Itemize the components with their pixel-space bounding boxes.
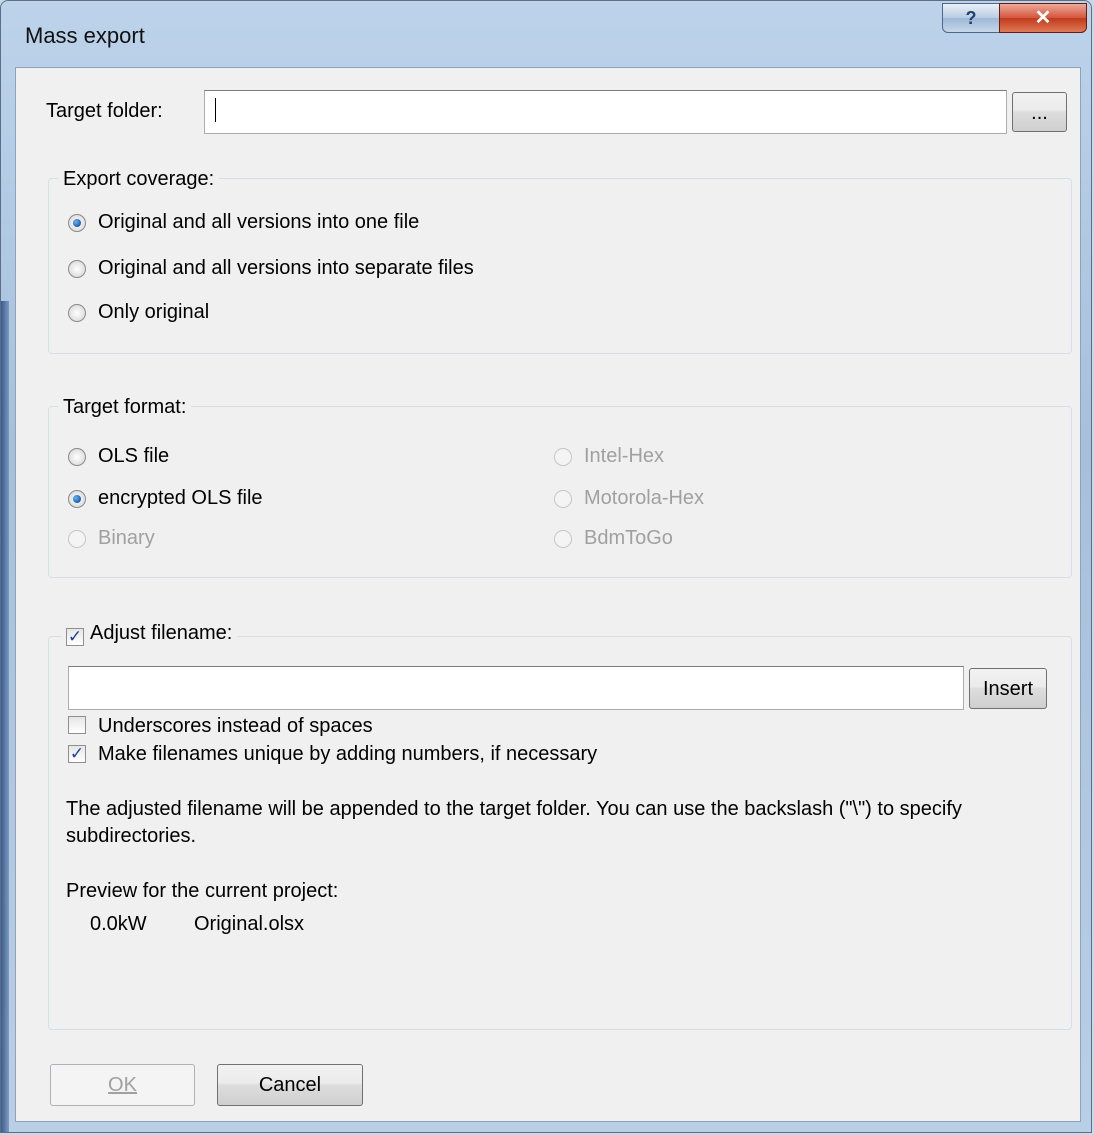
export-coverage-legend: Export coverage: bbox=[58, 168, 220, 191]
dialog-body: Target folder: ... Export coverage: Orig… bbox=[15, 67, 1081, 1122]
ok-button[interactable]: OK bbox=[50, 1064, 195, 1106]
preview-filename: Original.olsx bbox=[194, 913, 305, 935]
format-ols-label[interactable]: OLS file bbox=[98, 445, 169, 468]
adjust-filename-checkbox[interactable]: ✓ bbox=[66, 628, 84, 646]
format-binary-label[interactable]: Binary bbox=[98, 527, 155, 550]
ok-button-label: OK bbox=[108, 1074, 137, 1096]
close-button[interactable]: ✕ bbox=[999, 3, 1087, 33]
coverage-separate-files-label[interactable]: Original and all versions into separate … bbox=[98, 257, 474, 280]
format-ols-radio[interactable] bbox=[68, 448, 86, 466]
format-intel-hex-label[interactable]: Intel-Hex bbox=[584, 445, 664, 468]
coverage-one-file-radio[interactable] bbox=[68, 214, 86, 232]
preview-size: 0.0kW bbox=[90, 913, 147, 935]
format-binary-radio[interactable] bbox=[68, 530, 86, 548]
adjust-filename-label[interactable]: Adjust filename: bbox=[90, 622, 232, 644]
unique-filenames-checkbox[interactable]: ✓ bbox=[68, 745, 86, 763]
cancel-button[interactable]: Cancel bbox=[217, 1064, 363, 1106]
insert-button[interactable]: Insert bbox=[969, 668, 1047, 709]
browse-folder-button[interactable]: ... bbox=[1012, 92, 1067, 132]
target-folder-label: Target folder: bbox=[46, 100, 163, 122]
coverage-only-original-radio[interactable] bbox=[68, 304, 86, 322]
format-bdmtogo-radio[interactable] bbox=[554, 530, 572, 548]
help-icon: ? bbox=[965, 8, 977, 28]
ellipsis-icon: ... bbox=[1031, 102, 1048, 124]
filename-pattern-input[interactable] bbox=[68, 666, 964, 710]
coverage-only-original-label[interactable]: Only original bbox=[98, 301, 209, 324]
target-folder-input[interactable] bbox=[204, 90, 1007, 134]
format-encrypted-ols-label[interactable]: encrypted OLS file bbox=[98, 487, 263, 510]
mass-export-dialog: Mass export ? ✕ Target folder: ... Expor… bbox=[0, 0, 1092, 1133]
text-caret bbox=[215, 98, 216, 122]
format-motorola-hex-label[interactable]: Motorola-Hex bbox=[584, 487, 704, 510]
coverage-separate-files-radio[interactable] bbox=[68, 260, 86, 278]
format-encrypted-ols-radio[interactable] bbox=[68, 490, 86, 508]
unique-filenames-label[interactable]: Make filenames unique by adding numbers,… bbox=[98, 743, 597, 766]
underscores-label[interactable]: Underscores instead of spaces bbox=[98, 715, 373, 738]
format-bdmtogo-label[interactable]: BdmToGo bbox=[584, 527, 673, 550]
adjust-filename-legend: ✓ Adjust filename: bbox=[62, 622, 238, 646]
underscores-checkbox[interactable] bbox=[68, 716, 86, 734]
target-format-legend: Target format: bbox=[58, 396, 192, 419]
close-icon: ✕ bbox=[1034, 7, 1052, 29]
title-bar[interactable]: Mass export ? ✕ bbox=[1, 1, 1091, 67]
coverage-one-file-label[interactable]: Original and all versions into one file bbox=[98, 211, 419, 234]
info-text-line-1: The adjusted filename will be appended t… bbox=[66, 798, 962, 820]
format-motorola-hex-radio[interactable] bbox=[554, 490, 572, 508]
preview-label: Preview for the current project: bbox=[66, 880, 339, 902]
cancel-button-label: Cancel bbox=[258, 1074, 322, 1096]
window-title: Mass export bbox=[25, 23, 145, 48]
info-text-line-2: subdirectories. bbox=[66, 825, 197, 847]
help-button[interactable]: ? bbox=[942, 3, 1000, 33]
format-intel-hex-radio[interactable] bbox=[554, 448, 572, 466]
